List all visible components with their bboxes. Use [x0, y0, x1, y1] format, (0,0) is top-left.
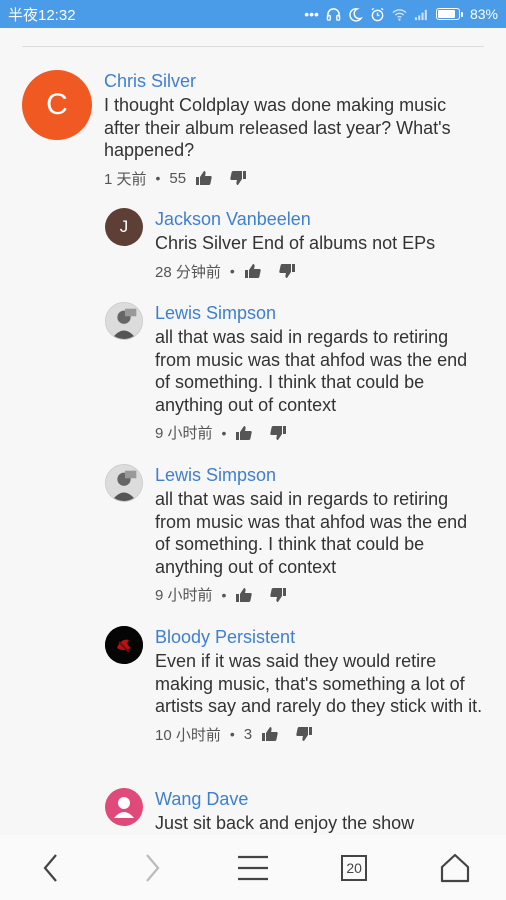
- avatar-letter: C: [46, 88, 68, 121]
- tabs-button[interactable]: 20: [324, 843, 384, 893]
- comment-meta: 9 小时前 •: [155, 422, 485, 443]
- forward-button[interactable]: [122, 843, 182, 893]
- tab-count: 20: [341, 854, 368, 881]
- thumbs-up-icon[interactable]: [195, 169, 213, 187]
- wifi-icon: [392, 8, 407, 21]
- comment-meta: 10 小时前 • 3: [155, 724, 485, 745]
- avatar[interactable]: J: [105, 208, 143, 246]
- reply-item: Lewis Simpson all that was said in regar…: [105, 464, 485, 605]
- comment-meta: 9 小时前 •: [155, 584, 485, 605]
- avatar[interactable]: [105, 464, 143, 502]
- back-button[interactable]: [21, 843, 81, 893]
- comment-author[interactable]: Wang Dave: [155, 788, 485, 810]
- thumbs-down-icon[interactable]: [269, 424, 287, 442]
- more-dots-icon: •••: [304, 6, 319, 22]
- divider: [22, 46, 484, 47]
- avatar[interactable]: [105, 788, 143, 826]
- comment-text: all that was said in regards to retiring…: [155, 327, 468, 415]
- comment-time: 9 小时前: [155, 587, 213, 604]
- status-time: 半夜12:32: [8, 6, 76, 24]
- signal-icon: [414, 9, 427, 20]
- comment-author[interactable]: Jackson Vanbeelen: [155, 208, 485, 230]
- profile-photo-icon: [106, 465, 142, 501]
- comment-text: all that was said in regards to retiring…: [155, 489, 468, 577]
- profile-photo-icon: [106, 303, 142, 339]
- like-count: 3: [243, 725, 253, 743]
- comment-text: Even if it was said they would retire ma…: [155, 651, 483, 716]
- battery-percent: 83%: [469, 6, 498, 22]
- comment-text: Just sit back and enjoy the show: [155, 813, 415, 833]
- status-bar: 半夜12:32 ••• 83%: [0, 0, 506, 28]
- thumbs-down-icon[interactable]: [269, 586, 287, 604]
- avatar[interactable]: [105, 302, 143, 340]
- comment-author[interactable]: Lewis Simpson: [155, 302, 485, 324]
- chevron-right-icon: [145, 853, 160, 882]
- comment-meta: 28 分钟前 •: [155, 261, 485, 282]
- thumbs-down-icon[interactable]: [278, 262, 296, 280]
- reply-item: Lewis Simpson all that was said in regar…: [105, 302, 485, 443]
- comments-list: C Chris Silver I thought Coldplay was do…: [0, 28, 506, 835]
- reply-item: Wang Dave Just sit back and enjoy the sh…: [105, 788, 485, 835]
- home-button[interactable]: [425, 843, 485, 893]
- battery-icon: [435, 8, 463, 20]
- headphones-icon: [326, 7, 341, 21]
- comment-author[interactable]: Lewis Simpson: [155, 464, 485, 486]
- reply-item: J Jackson Vanbeelen Chris Silver End of …: [105, 208, 485, 282]
- comment-meta: 1 天前 • 55: [104, 168, 482, 189]
- menu-button[interactable]: [223, 843, 283, 893]
- comment-item: C Chris Silver I thought Coldplay was do…: [22, 70, 484, 189]
- comment-author[interactable]: Bloody Persistent: [155, 626, 485, 648]
- avatar-letter: J: [119, 217, 129, 236]
- menu-icon: [237, 855, 268, 880]
- avatar[interactable]: C: [22, 70, 92, 140]
- comment-time: 9 小时前: [155, 425, 213, 442]
- red-logo-icon: [105, 626, 143, 664]
- moon-icon: [349, 7, 363, 22]
- comment-author[interactable]: Chris Silver: [104, 70, 482, 92]
- bottom-nav: 20: [0, 835, 506, 900]
- comment-text: Chris Silver End of albums not EPs: [155, 233, 436, 253]
- thumbs-up-icon[interactable]: [261, 725, 279, 743]
- comment-time: 10 小时前: [155, 726, 221, 744]
- like-count: 55: [169, 169, 187, 187]
- thumbs-up-icon[interactable]: [244, 262, 262, 280]
- comment-time: 1 天前: [104, 170, 147, 188]
- chevron-left-icon: [43, 853, 57, 882]
- thumbs-down-icon[interactable]: [295, 725, 313, 743]
- status-icons: ••• 83%: [304, 6, 498, 22]
- person-icon: [114, 797, 134, 818]
- alarm-icon: [371, 7, 384, 21]
- home-icon: [441, 853, 470, 882]
- reply-item: Bloody Persistent Even if it was said th…: [105, 626, 485, 745]
- comment-text: I thought Coldplay was done making music…: [104, 95, 451, 160]
- comment-time: 28 分钟前: [155, 263, 221, 281]
- thumbs-down-icon[interactable]: [229, 169, 247, 187]
- avatar[interactable]: [105, 626, 143, 664]
- thumbs-up-icon[interactable]: [235, 424, 253, 442]
- thumbs-up-icon[interactable]: [235, 586, 253, 604]
